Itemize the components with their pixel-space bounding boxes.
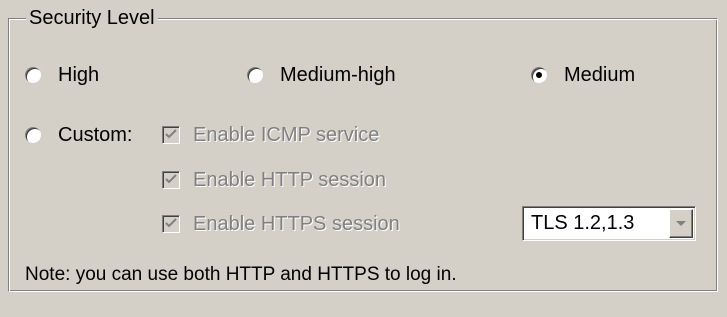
radio-medium-label: Medium xyxy=(564,63,636,86)
checkbox-https-label: Enable HTTPS session xyxy=(193,212,400,235)
radio-selected-icon xyxy=(530,66,548,84)
tls-version-select[interactable]: TLS 1.2,1.3 xyxy=(522,206,696,241)
dropdown-button[interactable] xyxy=(669,209,693,238)
checkbox-box xyxy=(162,215,180,233)
checkbox-box xyxy=(162,126,180,144)
tls-version-value: TLS 1.2,1.3 xyxy=(531,212,635,234)
radio-high-label: High xyxy=(58,63,100,86)
radio-medium[interactable]: Medium xyxy=(530,60,635,90)
checkbox-icmp-label: Enable ICMP service xyxy=(193,123,380,146)
check-mark-icon xyxy=(165,174,177,184)
check-mark-icon xyxy=(165,129,177,139)
radio-circle-icon xyxy=(246,66,264,84)
radio-circle-icon xyxy=(24,66,42,84)
radio-medium-high[interactable]: Medium-high xyxy=(246,60,396,90)
group-title: Security Level xyxy=(26,7,158,29)
checkbox-icmp[interactable]: Enable ICMP service xyxy=(162,121,379,149)
radio-custom[interactable]: Custom: xyxy=(24,120,132,150)
radio-medium-high-label: Medium-high xyxy=(280,63,396,86)
radio-circle-icon xyxy=(24,126,42,144)
checkbox-https[interactable]: Enable HTTPS session xyxy=(162,210,400,238)
radio-custom-label: Custom: xyxy=(58,123,133,146)
login-note: Note: you can use both HTTP and HTTPS to… xyxy=(25,264,457,285)
radio-dot-icon xyxy=(536,72,542,78)
chevron-down-icon xyxy=(676,221,686,226)
checkbox-box xyxy=(162,171,180,189)
radio-high[interactable]: High xyxy=(24,60,99,90)
checkbox-http-label: Enable HTTP session xyxy=(193,168,387,191)
check-mark-icon xyxy=(165,218,177,228)
checkbox-http[interactable]: Enable HTTP session xyxy=(162,166,386,194)
